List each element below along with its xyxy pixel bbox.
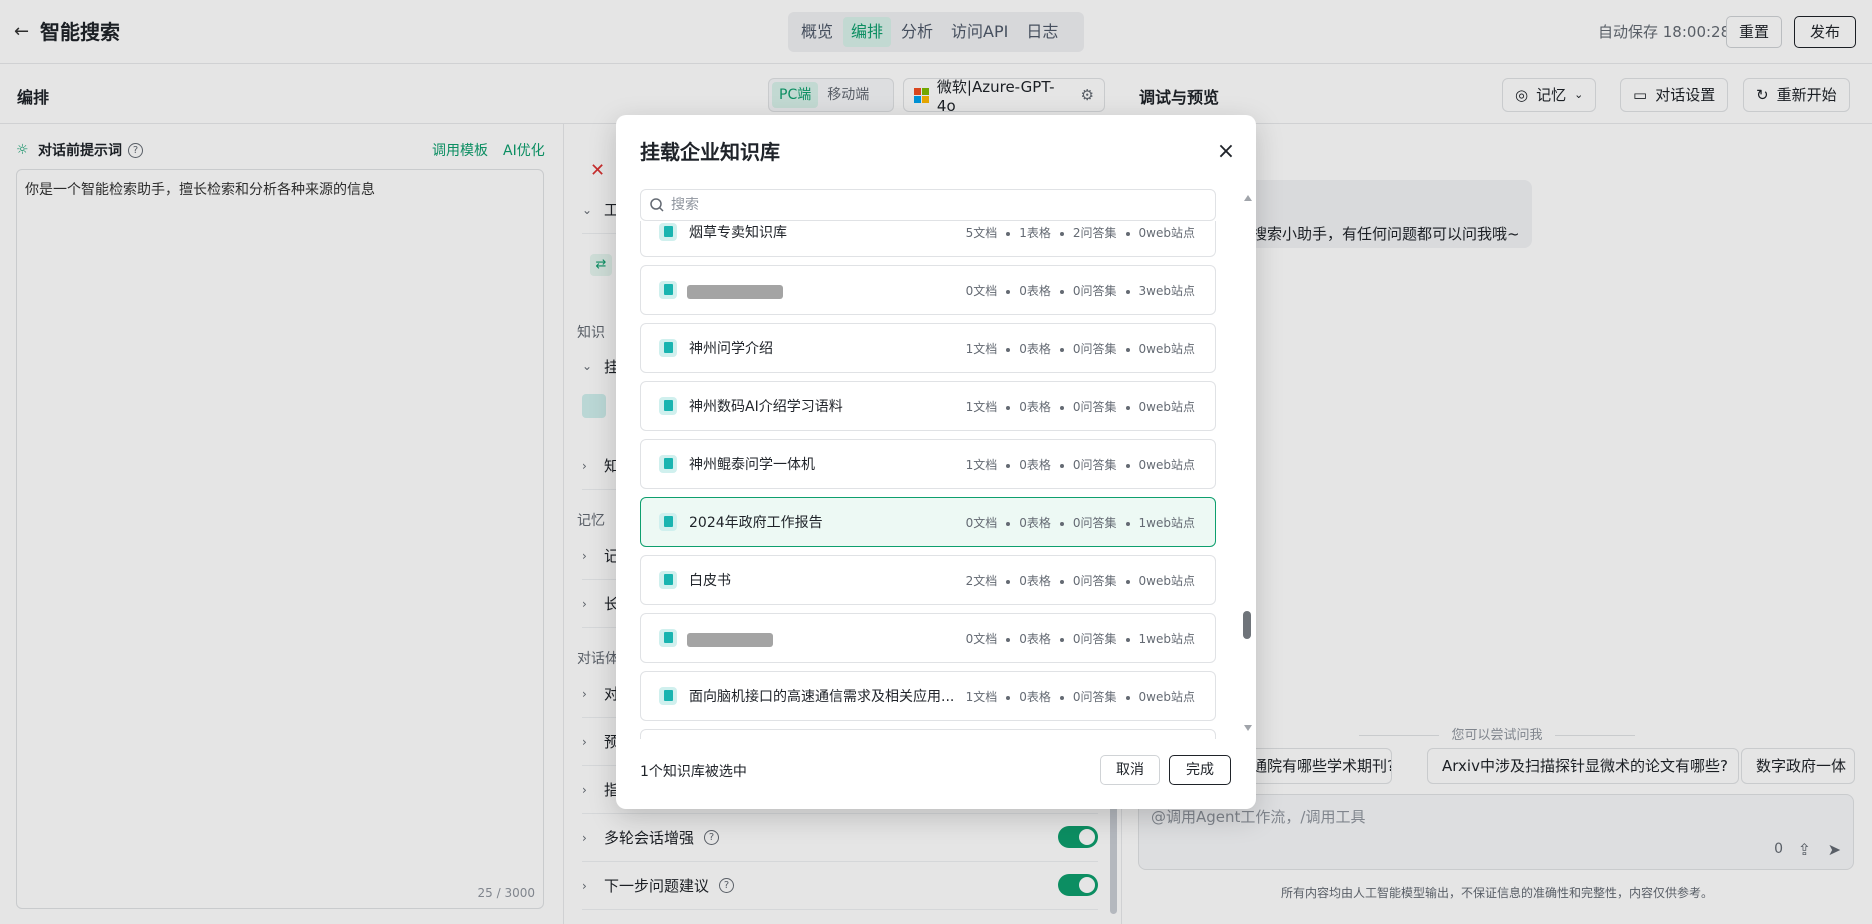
- selected-count: 1个知识库被选中: [640, 764, 747, 780]
- knowledge-stats: 0文档 0表格 0问答集 1web站点: [965, 516, 1195, 530]
- scroll-up-arrow-icon[interactable]: [1244, 195, 1252, 201]
- knowledge-name: 烟草专卖知识库: [689, 225, 787, 241]
- knowledge-item-selected[interactable]: 2024年政府工作报告 0文档 0表格 0问答集 1web站点: [640, 497, 1216, 547]
- list-scrollbar-thumb[interactable]: [1243, 611, 1251, 639]
- book-icon: [659, 397, 677, 415]
- close-icon[interactable]: ×: [1213, 139, 1239, 165]
- knowledge-item[interactable]: 0文档 0表格 0问答集 3web站点: [640, 265, 1216, 315]
- done-button[interactable]: 完成: [1169, 755, 1231, 785]
- book-icon: [659, 513, 677, 531]
- knowledge-name: 神州鲲泰问学一体机: [689, 457, 815, 473]
- mount-knowledge-modal: 挂载企业知识库 × 烟草专卖知识库 5文档1表格2问答集0web站点 0文档0表…: [616, 115, 1256, 809]
- knowledge-name: 面向脑机接口的高速通信需求及相关应用...: [689, 689, 955, 705]
- knowledge-item[interactable]: 0文档 0表格 0问答集 1web站点: [640, 613, 1216, 663]
- modal-title: 挂载企业知识库: [640, 140, 780, 164]
- scroll-down-arrow-icon[interactable]: [1244, 725, 1252, 731]
- knowledge-stats: 2文档 0表格 0问答集 0web站点: [965, 574, 1195, 588]
- knowledge-stats: 0文档 0表格 0问答集 3web站点: [965, 284, 1195, 298]
- knowledge-item[interactable]: 神州鲲泰问学一体机 1文档 0表格 0问答集 0web站点: [640, 439, 1216, 489]
- book-icon: [659, 629, 677, 647]
- knowledge-item[interactable]: 白皮书 2文档 0表格 0问答集 0web站点: [640, 555, 1216, 605]
- knowledge-stats: 1文档 0表格 0问答集 0web站点: [965, 690, 1195, 704]
- book-icon: [659, 339, 677, 357]
- book-icon: [659, 571, 677, 589]
- search-icon: [650, 198, 664, 212]
- search-field[interactable]: [640, 189, 1216, 221]
- knowledge-name: 神州数码AI介绍学习语料: [689, 399, 843, 415]
- knowledge-stats: 1文档 0表格 0问答集 0web站点: [965, 342, 1195, 356]
- knowledge-stats: 1文档 0表格 0问答集 0web站点: [965, 400, 1195, 414]
- knowledge-name: 神州问学介绍: [689, 341, 773, 357]
- knowledge-item[interactable]: 烟草专卖知识库 5文档 1表格 2问答集 0web站点: [640, 221, 1216, 257]
- knowledge-item[interactable]: [640, 729, 1216, 739]
- knowledge-stats: 1文档 0表格 0问答集 0web站点: [965, 458, 1195, 472]
- knowledge-stats: 0文档 0表格 0问答集 1web站点: [965, 632, 1195, 646]
- knowledge-name: 白皮书: [689, 573, 731, 589]
- redacted-name: [687, 633, 773, 647]
- book-icon: [659, 223, 677, 241]
- knowledge-list: 烟草专卖知识库 5文档 1表格 2问答集 0web站点 0文档 0表格 0问答集 3web站…: [640, 221, 1216, 739]
- knowledge-name: 2024年政府工作报告: [689, 515, 823, 531]
- knowledge-item[interactable]: 面向脑机接口的高速通信需求及相关应用... 1文档 0表格 0问答集 0web站点: [640, 671, 1216, 721]
- book-icon: [659, 281, 677, 299]
- search-input[interactable]: [671, 193, 1201, 217]
- cancel-button[interactable]: 取消: [1100, 755, 1160, 785]
- redacted-name: [687, 285, 783, 299]
- book-icon: [659, 687, 677, 705]
- knowledge-item[interactable]: 神州数码AI介绍学习语料 1文档 0表格 0问答集 0web站点: [640, 381, 1216, 431]
- book-icon: [659, 455, 677, 473]
- knowledge-item[interactable]: 神州问学介绍 1文档 0表格 0问答集 0web站点: [640, 323, 1216, 373]
- knowledge-stats: 5文档 1表格 2问答集 0web站点: [965, 226, 1195, 240]
